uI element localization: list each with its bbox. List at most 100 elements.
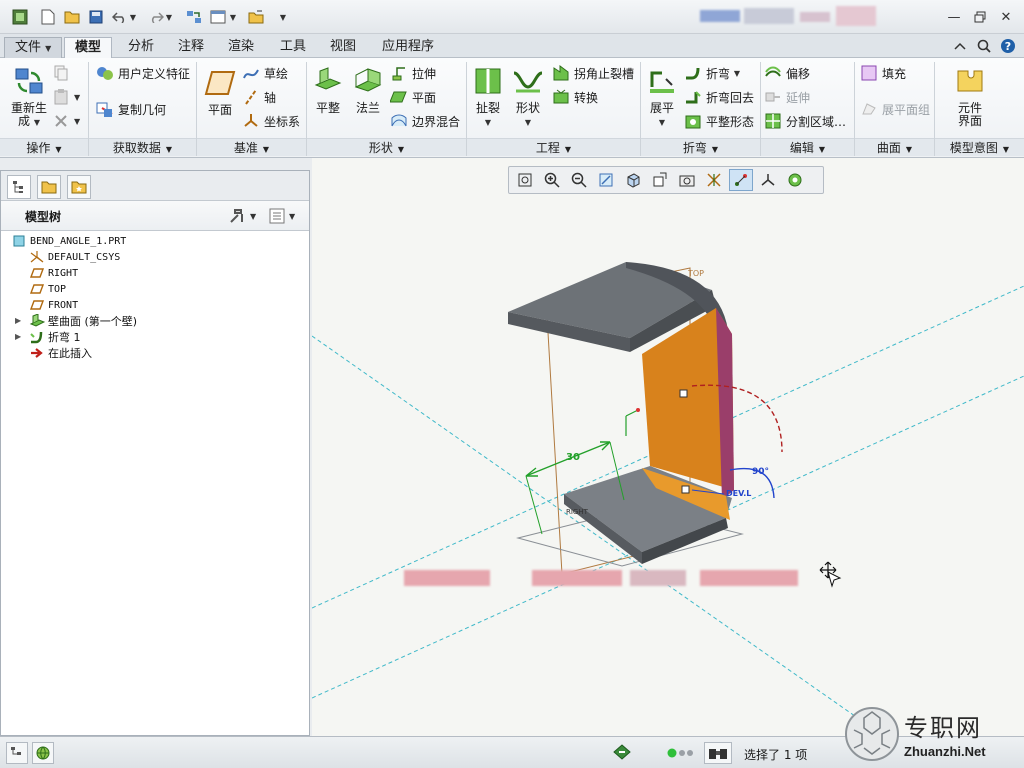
repaint-button[interactable] <box>594 169 618 191</box>
tab-render[interactable]: 渲染 <box>218 37 264 58</box>
convert-button[interactable]: 转换 <box>552 86 598 108</box>
open-folder-icon[interactable] <box>62 7 82 27</box>
group-bends[interactable]: 折弯 ▼ <box>641 138 760 156</box>
datum-display-button[interactable] <box>702 169 726 191</box>
view-manager-button[interactable] <box>675 169 699 191</box>
tab-tools[interactable]: 工具 <box>270 37 316 58</box>
user-defined-feature-button[interactable]: 用户定义特征 <box>96 62 190 84</box>
fill-button[interactable]: 填充 <box>860 62 906 84</box>
redo-icon[interactable] <box>146 7 166 27</box>
tree-item-bend[interactable]: 折弯 1 <box>29 329 81 345</box>
group-shapes[interactable]: 形状 ▼ <box>307 138 466 156</box>
group-datum[interactable]: 基准 ▼ <box>197 138 306 156</box>
tab-view[interactable]: 视图 <box>320 37 366 58</box>
zoom-out-button[interactable] <box>567 169 591 191</box>
toggle-browser-button[interactable] <box>32 742 54 764</box>
paste-icon-button[interactable]: ▼ <box>52 86 80 108</box>
tab-file[interactable]: 文件 ▼ <box>4 37 63 58</box>
planar-small-button[interactable]: 平面 <box>390 86 436 108</box>
tree-item-part[interactable]: BEND_ANGLE_1.PRT <box>11 233 126 249</box>
plane-button[interactable]: 平面 <box>202 66 238 117</box>
unbend-button[interactable]: 展平 ▼ <box>644 64 680 129</box>
extend-button[interactable]: 延伸 <box>764 86 810 108</box>
csys-button[interactable]: 坐标系 <box>242 110 300 132</box>
redo-dropdown-icon[interactable]: ▼ <box>164 7 174 27</box>
tree-item-top-plane[interactable]: TOP <box>29 281 66 297</box>
expand-arrow-icon[interactable]: ▶ <box>15 332 21 341</box>
tree-item-front-plane[interactable]: FRONT <box>29 297 78 313</box>
tree-item-wall[interactable]: 壁曲面 (第一个壁) <box>29 313 137 329</box>
group-model-intent[interactable]: 模型意图 ▼ <box>935 138 1024 156</box>
refit-button[interactable] <box>513 169 537 191</box>
corner-relief-button[interactable]: 拐角止裂槽 <box>552 62 634 84</box>
tab-model[interactable]: 模型 <box>64 37 113 58</box>
expand-arrow-icon[interactable]: ▶ <box>15 316 21 325</box>
form-button[interactable]: 形状 ▼ <box>510 64 546 129</box>
tree-show-button[interactable]: ▼ <box>269 207 303 225</box>
tab-analysis[interactable]: 分析 <box>118 37 164 58</box>
point-display-button[interactable] <box>729 169 753 191</box>
group-operations[interactable]: 操作 ▼ <box>0 138 88 156</box>
toggle-navigator-button[interactable] <box>6 742 28 764</box>
dimension-90-label[interactable]: 90° <box>752 467 769 477</box>
group-surfaces[interactable]: 曲面 ▼ <box>855 138 934 156</box>
close-window-folder-icon[interactable] <box>246 7 266 27</box>
split-area-button[interactable]: 分割区域… <box>764 110 846 132</box>
planar-button[interactable]: 平整 <box>310 64 346 115</box>
bend-button[interactable]: 折弯 ▼ <box>684 62 740 84</box>
bend-back-button[interactable]: 折弯回去 <box>684 86 754 108</box>
group-engineering[interactable]: 工程 ▼ <box>467 138 640 156</box>
minimize-button[interactable]: — <box>944 8 964 26</box>
new-file-icon[interactable] <box>38 7 58 27</box>
drag-handle[interactable] <box>679 389 688 398</box>
undo-dropdown-icon[interactable]: ▼ <box>128 7 138 27</box>
drag-handle[interactable] <box>681 485 690 494</box>
undo-icon[interactable] <box>110 7 130 27</box>
zoom-in-button[interactable] <box>540 169 564 191</box>
csys-display-button[interactable] <box>756 169 780 191</box>
dimension-30-label[interactable]: 30 <box>566 452 580 463</box>
tab-folder-browser[interactable] <box>37 175 61 199</box>
selection-filter-button[interactable] <box>704 742 732 764</box>
help-icon[interactable]: ? <box>998 36 1018 56</box>
close-button[interactable]: ✕ <box>996 8 1016 26</box>
rip-button[interactable]: 扯裂 ▼ <box>470 64 506 129</box>
group-editing[interactable]: 编辑 ▼ <box>761 138 854 156</box>
tree-item-insert-here[interactable]: 在此插入 <box>29 345 92 361</box>
tab-annotate[interactable]: 注释 <box>168 37 214 58</box>
boundary-blend-button[interactable]: 边界混合 <box>390 110 460 132</box>
tree-item-default-csys[interactable]: DEFAULT_CSYS <box>29 249 120 265</box>
tree-settings-button[interactable]: ▼ <box>229 207 259 225</box>
save-icon[interactable] <box>86 7 106 27</box>
graphics-window[interactable]: TOP RIGHT 30 90° DEV.L <box>312 158 1024 736</box>
windows-icon[interactable] <box>208 7 228 27</box>
regenerate-quick-icon[interactable] <box>184 7 204 27</box>
flat-pattern-group-button[interactable]: 展平面组 <box>860 98 930 120</box>
component-interface-button[interactable]: 元件 界面 <box>948 64 992 128</box>
flatten-form-button[interactable]: 平整形态 <box>684 110 754 132</box>
windows-dropdown-icon[interactable]: ▼ <box>228 7 238 27</box>
regen-status-icon[interactable] <box>612 743 634 763</box>
copy-icon-button[interactable] <box>52 62 74 84</box>
tab-applications[interactable]: 应用程序 <box>372 37 444 58</box>
group-get-data[interactable]: 获取数据 ▼ <box>89 138 196 156</box>
tab-favorites[interactable] <box>67 175 91 199</box>
copy-geometry-button[interactable]: 复制几何 <box>96 98 166 120</box>
extrude-button[interactable]: 拉伸 <box>390 62 436 84</box>
annotation-display-button[interactable] <box>783 169 807 191</box>
offset-button[interactable]: 偏移 <box>764 62 810 84</box>
collapse-ribbon-icon[interactable] <box>950 36 970 56</box>
sketch-button[interactable]: 草绘 <box>242 62 288 84</box>
tab-model-tree[interactable] <box>7 175 31 199</box>
saved-orientations-button[interactable] <box>648 169 672 191</box>
axis-button[interactable]: 轴 <box>242 86 276 108</box>
model-viewport[interactable]: TOP RIGHT 30 90° DEV.L <box>312 158 1024 736</box>
restore-button[interactable] <box>970 8 990 26</box>
regenerate-button[interactable]: 重新生成 ▼ <box>8 64 50 129</box>
delete-icon-button[interactable]: ▼ <box>52 110 80 132</box>
search-icon[interactable] <box>974 36 994 56</box>
display-style-button[interactable] <box>621 169 645 191</box>
dev-label[interactable]: DEV.L <box>726 489 751 498</box>
flange-button[interactable]: 法兰 <box>350 64 386 115</box>
customize-toolbar-icon[interactable]: ▼ <box>276 7 290 27</box>
